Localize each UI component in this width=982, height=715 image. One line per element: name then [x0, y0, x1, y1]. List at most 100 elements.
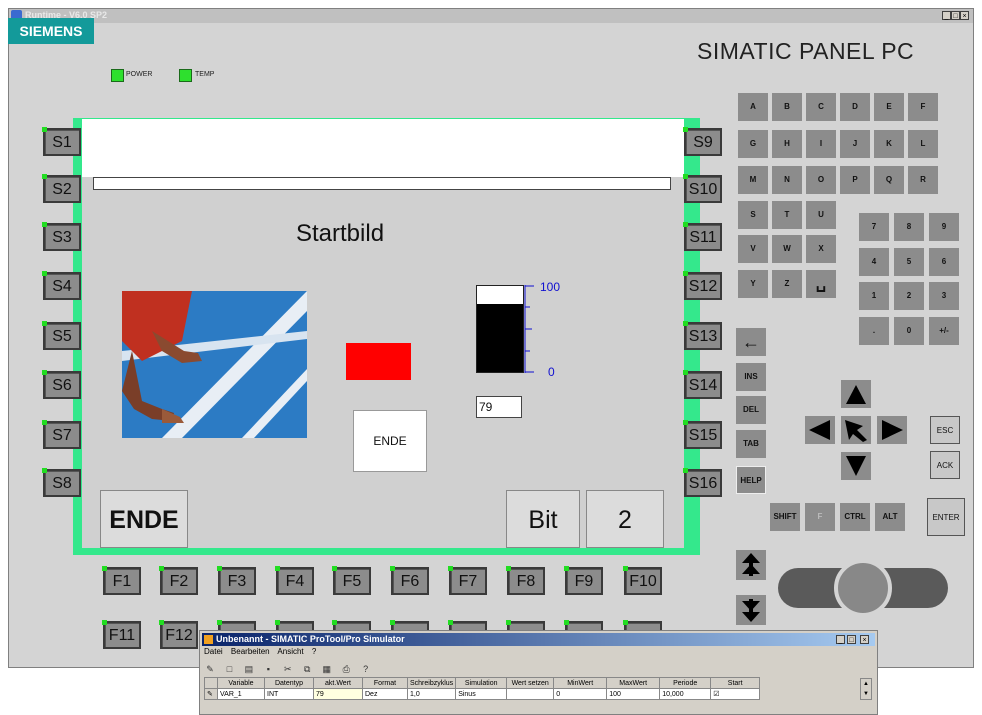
key-h[interactable]: H — [772, 130, 802, 158]
cell-simulation[interactable]: Sinus — [455, 688, 508, 700]
key-7[interactable]: 7 — [859, 213, 889, 241]
key-x[interactable]: X — [806, 235, 836, 263]
key-ins[interactable]: INS — [736, 363, 766, 391]
key-enter[interactable]: ENTER — [927, 498, 965, 536]
key-f1[interactable]: F1 — [102, 566, 141, 595]
key-s10[interactable]: S10 — [683, 174, 722, 203]
key-f8[interactable]: F8 — [506, 566, 545, 595]
cell-minwert[interactable]: 0 — [553, 688, 608, 700]
key-f11[interactable]: F11 — [102, 620, 141, 649]
open-folder-icon[interactable]: ▤ — [243, 663, 255, 675]
key-s8[interactable]: S8 — [42, 468, 81, 497]
key-q[interactable]: Q — [874, 166, 904, 194]
key-tab[interactable]: TAB — [736, 430, 766, 458]
key-t[interactable]: T — [772, 201, 802, 229]
key-f10[interactable]: F10 — [623, 566, 662, 595]
two-button[interactable]: 2 — [586, 490, 664, 548]
key-s2[interactable]: S2 — [42, 174, 81, 203]
key-f3[interactable]: F3 — [217, 566, 256, 595]
ende-button[interactable]: ENDE — [100, 490, 188, 548]
key-r[interactable]: R — [908, 166, 938, 194]
save-icon[interactable]: ▪ — [262, 663, 274, 675]
cell-start-checkbox[interactable]: ☑ — [710, 688, 761, 700]
cell-format[interactable]: Dez — [362, 688, 408, 700]
cell-datentyp[interactable]: INT — [264, 688, 314, 700]
bit-button[interactable]: Bit — [506, 490, 580, 548]
cursor-keys[interactable] — [805, 380, 907, 480]
key-plusminus[interactable]: +/- — [929, 317, 959, 345]
new-file-icon[interactable]: □ — [223, 663, 235, 675]
cut-icon[interactable]: ✂ — [282, 663, 294, 675]
key-s14[interactable]: S14 — [683, 370, 722, 399]
key-m[interactable]: M — [738, 166, 768, 194]
sim-close-button[interactable]: × — [860, 635, 869, 644]
key-s12[interactable]: S12 — [683, 271, 722, 300]
key-o[interactable]: O — [806, 166, 836, 194]
key-f2[interactable]: F2 — [159, 566, 198, 595]
key-s13[interactable]: S13 — [683, 321, 722, 350]
page-up-icon[interactable] — [736, 550, 766, 580]
print-icon[interactable]: ⎙ — [340, 663, 352, 675]
value-field[interactable]: 79 — [476, 396, 522, 418]
key-k[interactable]: K — [874, 130, 904, 158]
key-6[interactable]: 6 — [929, 248, 959, 276]
key-f[interactable]: F — [908, 93, 938, 121]
key-s6[interactable]: S6 — [42, 370, 81, 399]
key-d[interactable]: D — [840, 93, 870, 121]
key-v[interactable]: V — [738, 235, 768, 263]
copy-icon[interactable]: ⧉ — [301, 663, 313, 675]
sim-minimize-button[interactable]: _ — [836, 635, 845, 644]
key-f5[interactable]: F5 — [332, 566, 371, 595]
key-a[interactable]: A — [738, 93, 768, 121]
key-space[interactable]: ␣ — [806, 270, 836, 298]
key-5[interactable]: 5 — [894, 248, 924, 276]
menu-datei[interactable]: Datei — [204, 647, 223, 656]
cell-periode[interactable]: 10,000 — [659, 688, 712, 700]
key-z[interactable]: Z — [772, 270, 802, 298]
menu-ansicht[interactable]: Ansicht — [277, 647, 303, 656]
ende-small-button[interactable]: ENDE — [353, 410, 427, 472]
key-ack[interactable]: ACK — [930, 451, 960, 479]
table-scrollbar[interactable]: ▲ ▼ — [860, 678, 872, 700]
key-g[interactable]: G — [738, 130, 768, 158]
help-icon[interactable]: ? — [360, 663, 372, 675]
key-s11[interactable]: S11 — [683, 222, 722, 251]
sim-maximize-button[interactable]: □ — [847, 635, 856, 644]
key-ctrl[interactable]: CTRL — [840, 503, 870, 531]
key-dot[interactable]: . — [859, 317, 889, 345]
key-w[interactable]: W — [772, 235, 802, 263]
key-b[interactable]: B — [772, 93, 802, 121]
key-f-mod[interactable]: F — [805, 503, 835, 531]
key-l[interactable]: L — [908, 130, 938, 158]
key-c[interactable]: C — [806, 93, 836, 121]
key-s15[interactable]: S15 — [683, 420, 722, 449]
key-del[interactable]: DEL — [736, 396, 766, 424]
key-f12[interactable]: F12 — [159, 620, 198, 649]
page-down-icon[interactable] — [736, 595, 766, 625]
key-s16[interactable]: S16 — [683, 468, 722, 497]
key-f4[interactable]: F4 — [275, 566, 314, 595]
cell-schreibzyklus[interactable]: 1,0 — [406, 688, 457, 700]
minimize-button[interactable]: _ — [942, 11, 951, 20]
maximize-button[interactable]: □ — [951, 11, 960, 20]
key-4[interactable]: 4 — [859, 248, 889, 276]
menu-help[interactable]: ? — [312, 647, 316, 656]
menu-bearbeiten[interactable]: Bearbeiten — [231, 647, 270, 656]
key-9[interactable]: 9 — [929, 213, 959, 241]
cell-variable[interactable]: VAR_1 — [217, 688, 265, 700]
key-s5[interactable]: S5 — [42, 321, 81, 350]
key-s7[interactable]: S7 — [42, 420, 81, 449]
key-shift[interactable]: SHIFT — [770, 503, 800, 531]
key-esc[interactable]: ESC — [930, 416, 960, 444]
edit-icon[interactable]: ✎ — [204, 663, 216, 675]
key-f7[interactable]: F7 — [448, 566, 487, 595]
cell-akt-wert[interactable]: 79 — [313, 688, 363, 700]
close-button[interactable]: × — [960, 11, 969, 20]
key-f6[interactable]: F6 — [390, 566, 429, 595]
key-j[interactable]: J — [840, 130, 870, 158]
key-alt[interactable]: ALT — [875, 503, 905, 531]
key-s4[interactable]: S4 — [42, 271, 81, 300]
key-s9[interactable]: S9 — [683, 127, 722, 156]
key-s3[interactable]: S3 — [42, 222, 81, 251]
key-help[interactable]: HELP — [736, 466, 766, 494]
